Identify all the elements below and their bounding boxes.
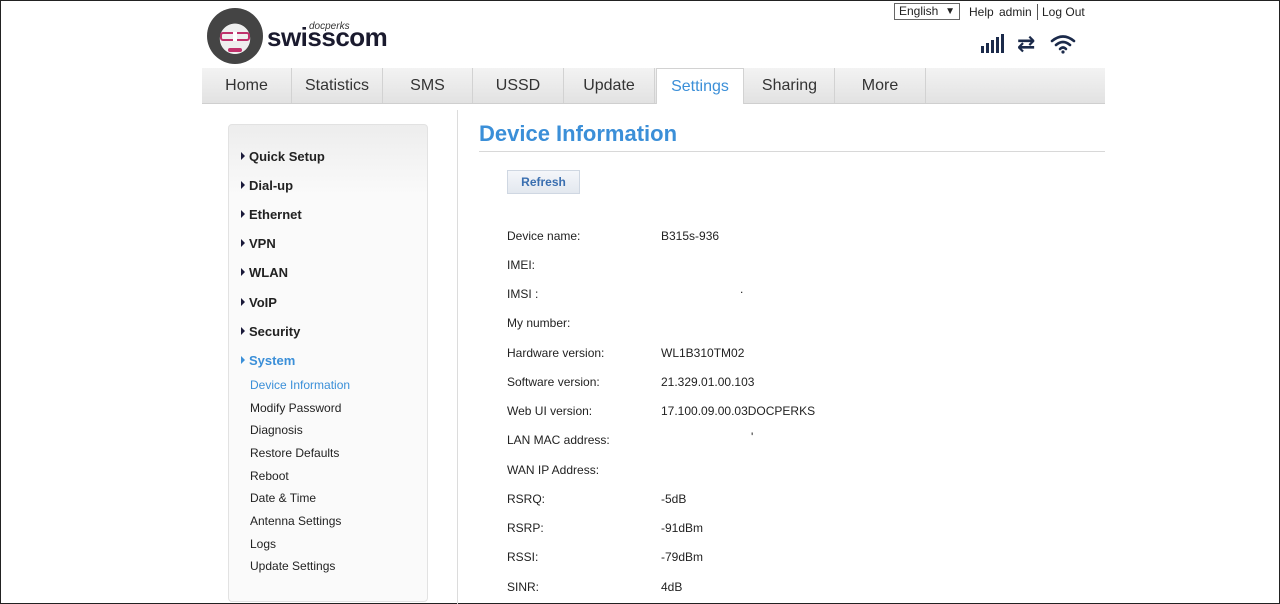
- title-divider: [479, 151, 1105, 152]
- sidebar-item-ethernet[interactable]: Ethernet: [241, 207, 302, 222]
- refresh-button[interactable]: Refresh: [507, 170, 580, 194]
- data-transfer-icon: ⇄: [1017, 31, 1036, 56]
- info-label: Software version:: [507, 375, 600, 389]
- info-label: WAN IP Address:: [507, 463, 600, 477]
- sidebar-item-security[interactable]: Security: [241, 324, 300, 339]
- submenu-antenna-settings[interactable]: Antenna Settings: [250, 514, 341, 528]
- sidebar-item-label: Dial-up: [249, 178, 294, 193]
- info-label: Hardware version:: [507, 346, 605, 360]
- submenu-modify-password[interactable]: Modify Password: [250, 401, 341, 415]
- page-title: Device Information: [479, 121, 678, 146]
- content-divider: [457, 110, 458, 604]
- menu-triangle-icon: [241, 298, 245, 306]
- info-label: My number:: [507, 316, 571, 330]
- info-value: -79dBm: [661, 550, 704, 564]
- main-nav: Home Statistics SMS USSD Update Settings…: [202, 68, 1105, 104]
- sidebar-item-dial-up[interactable]: Dial-up: [241, 178, 293, 193]
- submenu-restore-defaults[interactable]: Restore Defaults: [250, 446, 339, 460]
- logo-wordmark: swisscom: [267, 22, 388, 52]
- sidebar-item-label: Quick Setup: [249, 149, 325, 164]
- sidebar-item-quick-setup[interactable]: Quick Setup: [241, 149, 325, 164]
- info-label: RSRP:: [507, 521, 544, 535]
- info-label: LAN MAC address:: [507, 433, 610, 447]
- sidebar-item-system[interactable]: System: [241, 353, 295, 368]
- sidebar-item-label: VoIP: [249, 295, 277, 310]
- submenu-reboot[interactable]: Reboot: [250, 469, 289, 483]
- info-label: RSRQ:: [507, 492, 546, 506]
- signal-strength-icon: [981, 33, 1009, 53]
- submenu-logs[interactable]: Logs: [250, 537, 276, 551]
- menu-triangle-icon: [241, 210, 245, 218]
- help-link[interactable]: Help: [969, 5, 994, 19]
- sidebar-item-label: VPN: [249, 236, 276, 251]
- submenu-diagnosis[interactable]: Diagnosis: [250, 423, 303, 437]
- tab-settings[interactable]: Settings: [656, 68, 744, 104]
- wifi-icon: [1050, 35, 1076, 54]
- submenu-date-time[interactable]: Date & Time: [250, 491, 316, 505]
- submenu-update-settings[interactable]: Update Settings: [250, 559, 335, 573]
- header-divider: [1037, 4, 1038, 20]
- menu-triangle-icon: [241, 356, 245, 364]
- sidebar-item-voip[interactable]: VoIP: [241, 295, 277, 310]
- sidebar-item-label: Ethernet: [249, 207, 302, 222]
- settings-sidebar: Quick Setup Dial-up Ethernet VPN WLAN Vo…: [228, 124, 428, 602]
- tab-statistics[interactable]: Statistics: [292, 68, 383, 103]
- tab-more[interactable]: More: [835, 68, 926, 103]
- sidebar-item-label: System: [249, 353, 296, 368]
- info-value: WL1B310TM02: [661, 346, 745, 360]
- sidebar-item-wlan[interactable]: WLAN: [241, 265, 288, 280]
- info-label: IMEI:: [507, 258, 536, 272]
- tab-update[interactable]: Update: [564, 68, 655, 103]
- dropdown-arrow-icon: ▼: [945, 6, 955, 17]
- sidebar-item-vpn[interactable]: VPN: [241, 236, 276, 251]
- info-value: 4dB: [661, 580, 683, 594]
- info-value: B315s-936: [661, 229, 720, 243]
- info-value: ': [751, 430, 754, 444]
- tab-home[interactable]: Home: [202, 68, 292, 103]
- info-label: IMSI :: [507, 287, 539, 301]
- info-value: 21.329.01.00.103: [661, 375, 755, 389]
- info-label: RSSI:: [507, 550, 539, 564]
- info-label: Web UI version:: [507, 404, 593, 418]
- menu-triangle-icon: [241, 239, 245, 247]
- info-value: -91dBm: [661, 521, 704, 535]
- language-value: English: [899, 4, 939, 18]
- tab-sharing[interactable]: Sharing: [745, 68, 835, 103]
- menu-triangle-icon: [241, 327, 245, 335]
- tab-sms[interactable]: SMS: [383, 68, 473, 103]
- info-label: Device name:: [507, 229, 581, 243]
- language-select[interactable]: English ▼: [894, 3, 960, 20]
- info-label: SINR:: [507, 580, 540, 594]
- submenu-device-information[interactable]: Device Information: [250, 378, 350, 392]
- info-value: 17.100.09.00.03DOCPERKS: [661, 404, 816, 418]
- sidebar-item-label: WLAN: [249, 265, 288, 280]
- tab-ussd[interactable]: USSD: [473, 68, 564, 103]
- logo-avatar: [207, 8, 263, 64]
- menu-triangle-icon: [241, 268, 245, 276]
- menu-triangle-icon: [241, 181, 245, 189]
- info-value: -5dB: [661, 492, 687, 506]
- user-name: admin: [999, 5, 1032, 19]
- menu-triangle-icon: [241, 152, 245, 160]
- logo: docperks swisscom: [207, 6, 388, 64]
- info-value: .: [740, 282, 744, 296]
- sidebar-item-label: Security: [249, 324, 301, 339]
- logout-link[interactable]: Log Out: [1042, 5, 1085, 19]
